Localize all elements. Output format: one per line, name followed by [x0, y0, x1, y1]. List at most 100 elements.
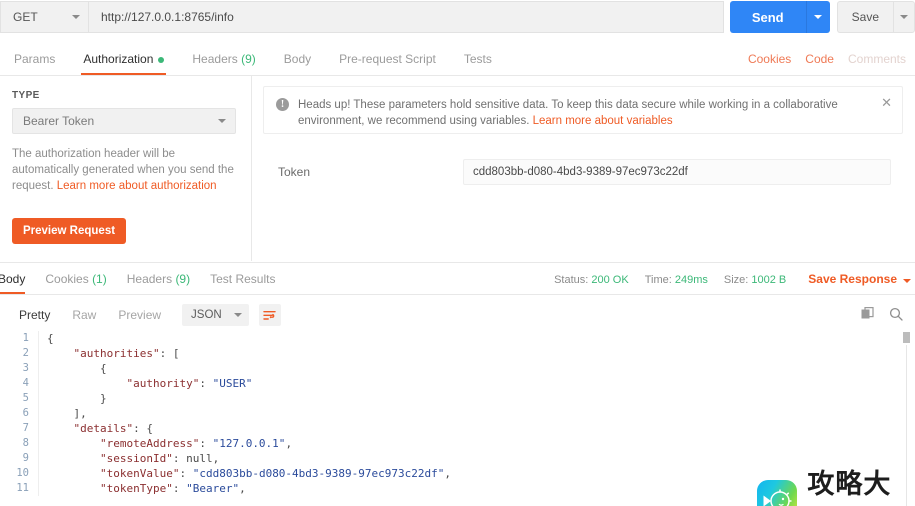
response-tab-cookies[interactable]: Cookies (1)	[45, 272, 120, 294]
tab-pre-request-script[interactable]: Pre-request Script	[325, 52, 450, 75]
auth-type-value: Bearer Token	[23, 114, 95, 128]
comments-link[interactable]: Comments	[841, 52, 913, 66]
line-number: 4	[22, 377, 29, 389]
tab-label: Body	[283, 52, 312, 66]
http-method-value: GET	[13, 10, 38, 24]
view-mode-pretty[interactable]: Pretty	[8, 308, 61, 322]
chevron-down-icon	[72, 15, 80, 19]
send-button[interactable]: Send	[729, 1, 806, 33]
response-format-select[interactable]: JSON	[182, 304, 249, 326]
tab-badge: (9)	[241, 52, 256, 66]
notice-link[interactable]: Learn more about variables	[533, 115, 673, 127]
search-icon[interactable]	[889, 307, 903, 324]
auth-type-panel: TYPE Bearer Token The authorization head…	[0, 76, 252, 261]
request-tabs-actions: Cookies Code Comments	[741, 52, 915, 75]
send-button-group: Send Save	[729, 1, 915, 33]
code-link[interactable]: Code	[798, 52, 841, 66]
code-text: "remoteAddress": "127.0.0.1",	[38, 436, 292, 451]
chevron-down-icon	[900, 15, 908, 19]
pufferfish-logo-icon	[757, 480, 798, 506]
tab-params[interactable]: Params	[0, 52, 69, 75]
code-text: "authority": "USER"	[38, 376, 252, 391]
scrollbar-thumb[interactable]	[902, 331, 911, 344]
tab-badge: (9)	[175, 272, 191, 286]
url-value: http://127.0.0.1:8765/info	[101, 10, 234, 24]
token-input[interactable]: cdd803bb-d080-4bd3-9389-97ec973c22df	[463, 159, 891, 185]
tab-label: Pre-request Script	[339, 52, 436, 66]
code-text: }	[38, 391, 107, 406]
auth-type-select[interactable]: Bearer Token	[12, 108, 236, 134]
line-number: 5	[22, 392, 29, 404]
token-value: cdd803bb-d080-4bd3-9389-97ec973c22df	[473, 166, 688, 178]
response-meta: Status: 200 OK Time: 249ms Size: 1002 B …	[538, 272, 915, 294]
line-number: 6	[22, 407, 29, 419]
tab-label: Body	[0, 272, 26, 286]
size-group: Size: 1002 B	[724, 274, 786, 286]
time-label: Time:	[644, 274, 672, 286]
postman-window: GET http://127.0.0.1:8765/info Send Save…	[0, 0, 915, 506]
view-mode-preview[interactable]: Preview	[107, 308, 172, 322]
preview-request-button[interactable]: Preview Request	[12, 218, 127, 244]
tab-label: Authorization	[83, 52, 154, 66]
notice-text: Heads up! These parameters hold sensitiv…	[298, 97, 878, 129]
line-number: 9	[22, 452, 29, 464]
response-tab-test-results[interactable]: Test Results	[210, 272, 289, 294]
code-row: 6 ],	[0, 406, 915, 421]
copy-icon[interactable]	[861, 306, 875, 324]
response-tab-body[interactable]: Body	[0, 272, 39, 294]
tab-authorization[interactable]: Authorization	[69, 52, 178, 75]
time-value: 249ms	[674, 274, 708, 286]
auth-params-panel: ! Heads up! These parameters hold sensit…	[253, 76, 915, 261]
time-group: Time: 249ms	[645, 274, 708, 286]
view-mode-raw[interactable]: Raw	[61, 308, 107, 322]
tab-badge: (1)	[92, 272, 107, 286]
chevron-down-icon	[903, 279, 911, 283]
line-number: 3	[22, 362, 29, 374]
tab-headers[interactable]: Headers (9)	[178, 52, 269, 75]
response-view-bar: Pretty Raw Preview JSON	[0, 300, 915, 330]
request-url-bar: GET http://127.0.0.1:8765/info Send Save	[0, 0, 915, 34]
url-input[interactable]: http://127.0.0.1:8765/info	[88, 1, 724, 33]
token-row: Token cdd803bb-d080-4bd3-9389-97ec973c22…	[263, 159, 903, 185]
http-method-select[interactable]: GET	[0, 1, 88, 33]
tab-label: Cookies	[45, 272, 89, 286]
code-text: "tokenType": "Bearer",	[38, 481, 246, 496]
line-number: 8	[22, 437, 29, 449]
code-row: 2 "authorities": [	[0, 346, 915, 361]
tab-label: Headers	[126, 272, 173, 286]
word-wrap-icon[interactable]	[258, 304, 281, 326]
save-response-button[interactable]: Save Response	[808, 272, 911, 286]
tab-body[interactable]: Body	[270, 52, 325, 75]
code-text: "tokenValue": "cdd803bb-d080-4bd3-9389-9…	[38, 466, 451, 481]
watermark: 攻略大全	[757, 462, 915, 506]
send-options-button[interactable]	[805, 1, 830, 33]
watermark-text: 攻略大全	[807, 469, 892, 500]
line-number: 2	[22, 347, 29, 359]
tab-tests[interactable]: Tests	[450, 52, 506, 75]
code-row: 4 "authority": "USER"	[0, 376, 915, 391]
code-row: 5 }	[0, 391, 915, 406]
response-tab-headers[interactable]: Headers (9)	[127, 272, 204, 294]
response-divider	[0, 262, 915, 263]
chevron-down-icon	[233, 313, 242, 317]
auth-help-link[interactable]: Learn more about authorization	[57, 180, 217, 192]
code-row: 8 "remoteAddress": "127.0.0.1",	[0, 436, 915, 451]
code-text: "sessionId": null,	[38, 451, 219, 466]
code-text: {	[38, 331, 54, 346]
sensitive-data-notice: ! Heads up! These parameters hold sensit…	[263, 86, 903, 134]
cookies-link[interactable]: Cookies	[741, 52, 798, 66]
tab-label: Params	[14, 52, 56, 66]
modified-dot-icon	[158, 56, 165, 63]
auth-help-text: The authorization header will be automat…	[12, 146, 234, 194]
response-view-actions	[861, 306, 915, 324]
save-button[interactable]: Save	[836, 1, 893, 33]
code-text: "authorities": [	[38, 346, 179, 361]
close-icon[interactable]: ✕	[881, 96, 892, 109]
request-tabs: Params Authorization Headers (9) Body Pr…	[0, 45, 915, 75]
line-number: 1	[22, 332, 29, 344]
size-value: 1002 B	[751, 274, 787, 286]
auth-type-label: TYPE	[12, 90, 40, 101]
save-options-button[interactable]	[893, 1, 915, 33]
code-row: 1{	[0, 331, 915, 346]
response-tabs-divider	[0, 294, 915, 295]
